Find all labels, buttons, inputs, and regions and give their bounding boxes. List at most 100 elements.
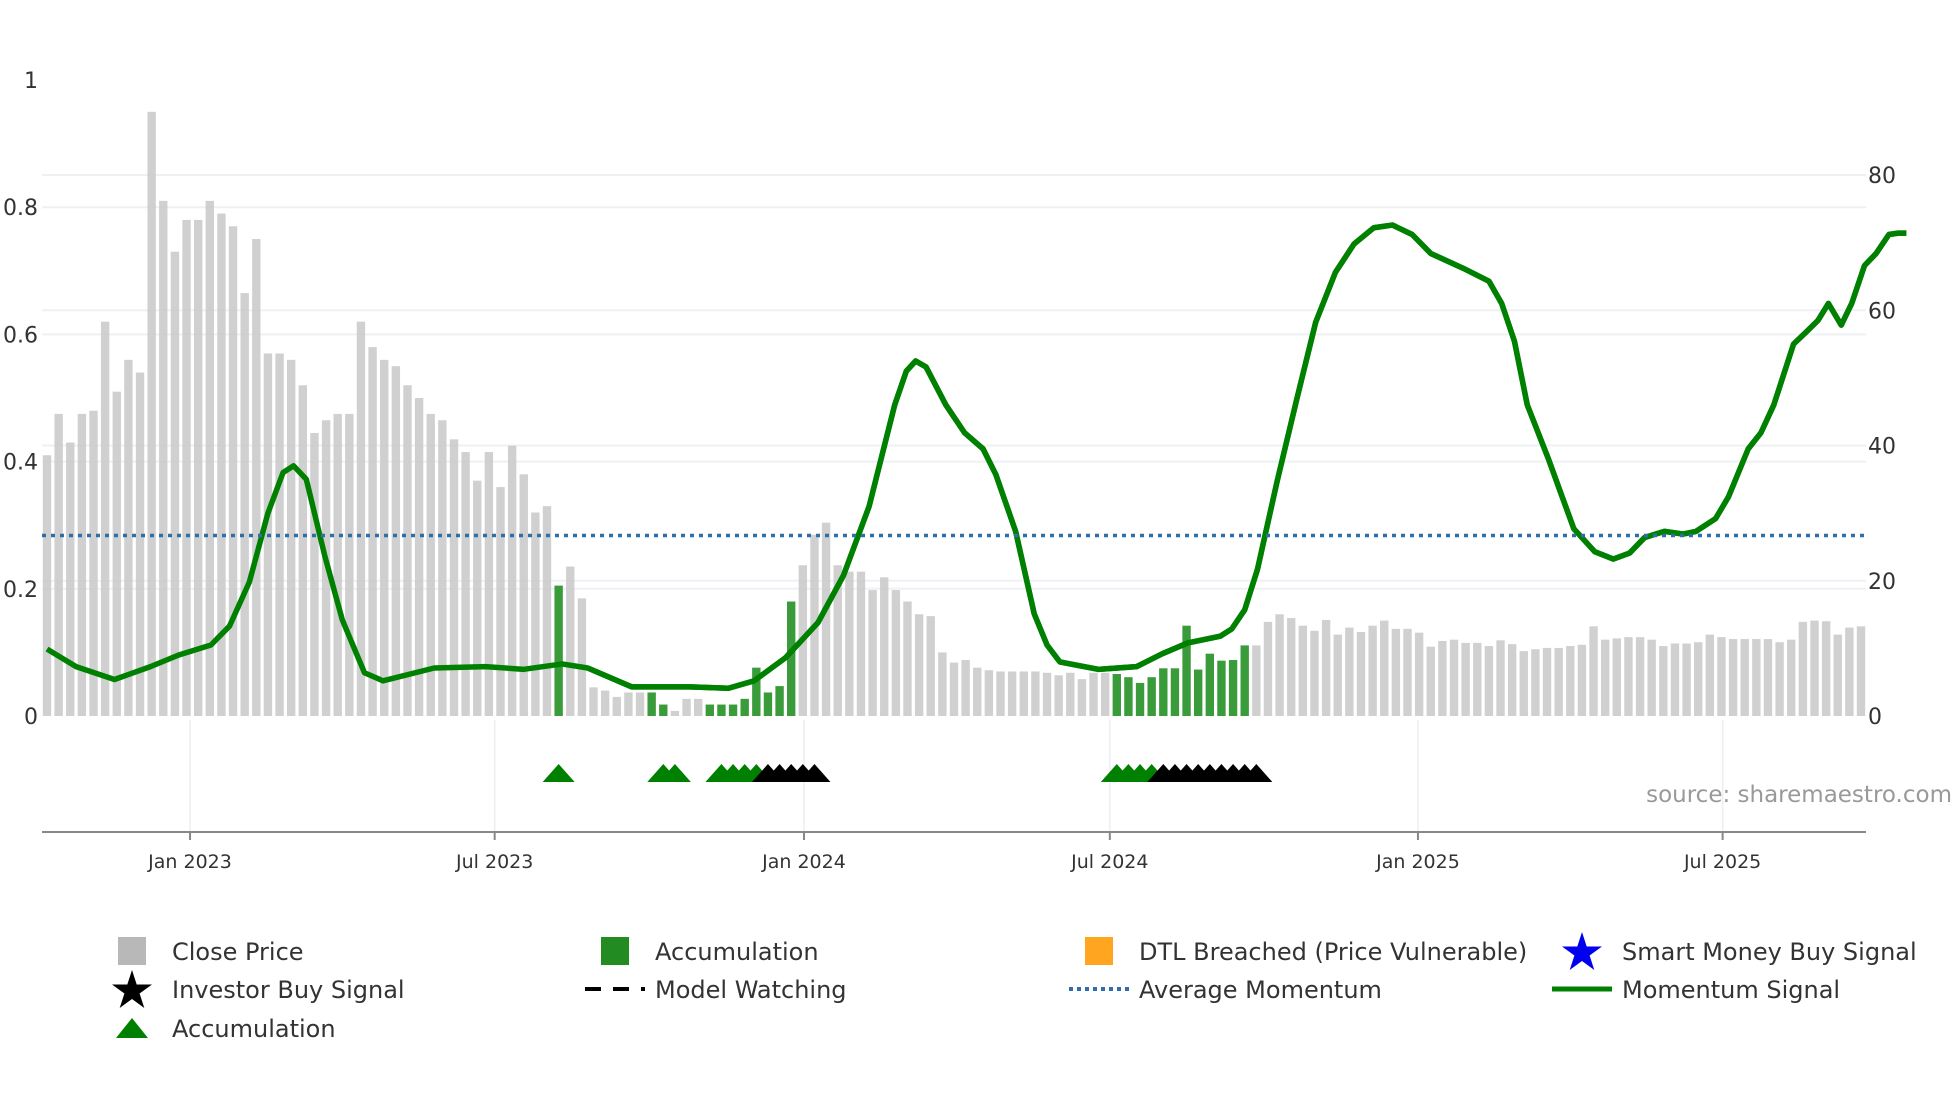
legend-item: Average Momentum <box>1069 976 1382 1004</box>
accumulation-bar <box>1159 668 1168 716</box>
close-price-bar <box>961 660 970 716</box>
left-tick-label: 0.6 <box>3 323 38 348</box>
legend-item: Model Watching <box>585 976 847 1004</box>
close-price-bar <box>310 432 319 716</box>
legend-item: Close Price <box>118 937 304 966</box>
close-price-bar <box>914 614 924 716</box>
close-price-bar <box>856 571 866 716</box>
close-price-bar <box>1031 671 1040 716</box>
accumulation-bar <box>740 698 749 716</box>
close-price-bar <box>1473 642 1482 716</box>
close-price-bar <box>66 442 75 716</box>
close-price-bar <box>1380 620 1389 716</box>
legend-label: Accumulation <box>655 938 819 966</box>
close-price-bar <box>891 590 901 716</box>
close-price-bar <box>449 439 459 716</box>
close-price-bar <box>147 111 156 717</box>
close-price-bar <box>1519 651 1528 716</box>
close-price-bar <box>1100 672 1110 716</box>
close-price-bar <box>1484 646 1494 716</box>
close-price-bar <box>287 359 296 716</box>
close-price-bar <box>135 372 145 716</box>
accumulation-bar <box>1217 660 1226 716</box>
close-price-bar <box>240 293 249 716</box>
momentum-chart: 0 0.2 0.4 0.6 0.8 1 0 20 40 60 80 Jan 2023 Jul 2023 J… <box>3 69 1952 1043</box>
close-price-bar <box>1821 621 1831 716</box>
close-price-bar <box>182 219 191 717</box>
close-price-bar <box>124 359 133 716</box>
close-price-bar <box>1007 671 1017 716</box>
close-price-bar <box>1845 627 1854 716</box>
x-tick-label: Jul 2024 <box>1070 851 1148 873</box>
close-price-bar <box>519 474 528 716</box>
close-price-bar <box>1542 647 1552 716</box>
close-price-bar <box>345 413 354 716</box>
close-price-bar <box>1787 639 1796 716</box>
momentum-signal-path <box>586 222 1907 692</box>
legend-label: Smart Money Buy Signal <box>1622 938 1917 966</box>
close-price-bar <box>1810 620 1819 716</box>
close-price-bar <box>1763 639 1773 716</box>
accumulation-bar <box>1135 682 1145 716</box>
accumulation-bar <box>1112 674 1121 716</box>
close-price-bar <box>612 696 621 716</box>
close-price-bar <box>1391 628 1401 716</box>
legend-label: Average Momentum <box>1139 976 1382 1004</box>
close-price-bar <box>1635 637 1645 716</box>
close-price-bar <box>1461 642 1470 716</box>
close-price-bar <box>682 698 691 716</box>
accumulation-bar <box>1182 625 1191 716</box>
close-price-bar <box>1275 614 1284 716</box>
close-price-bar <box>1414 632 1424 716</box>
triangle-icon <box>116 1018 148 1038</box>
close-price-bar <box>403 385 412 716</box>
legend-label: Momentum Signal <box>1622 976 1840 1004</box>
close-price-bar <box>1682 643 1691 716</box>
close-price-bar <box>205 200 214 717</box>
legend-label: Close Price <box>172 938 304 966</box>
close-price-bar <box>1577 644 1587 716</box>
close-price-bar <box>1531 649 1540 716</box>
right-tick-label: 80 <box>1868 164 1896 189</box>
close-price-bar <box>461 452 470 716</box>
right-tick-label: 20 <box>1868 570 1896 595</box>
close-price-bar <box>496 487 505 716</box>
momentum-signal-line-front <box>586 222 1907 692</box>
investor-buy-signal-star-icon <box>112 970 152 1008</box>
close-price-bar <box>1589 626 1598 716</box>
accumulation-marker <box>542 764 575 782</box>
close-price-bar <box>635 692 645 716</box>
close-price-bar <box>1449 639 1459 716</box>
close-price-bar <box>1310 630 1319 716</box>
close-price-bar <box>1694 642 1703 716</box>
close-price-bar <box>693 698 703 716</box>
left-tick-label: 0.4 <box>3 451 38 476</box>
right-tick-label: 0 <box>1868 705 1882 730</box>
close-price-bar <box>1368 625 1377 716</box>
close-price-bar <box>938 652 947 716</box>
close-price-bar <box>484 452 494 716</box>
legend: Close Price Accumulation DTL Breached (Pri… <box>112 932 1917 1043</box>
close-price-bar <box>542 506 552 716</box>
close-price-bar <box>821 522 831 716</box>
accumulation-bar <box>1194 669 1203 716</box>
left-tick-label: 0.2 <box>3 578 38 603</box>
close-price-bar <box>1612 638 1621 716</box>
close-price-bar <box>54 413 63 716</box>
source-label: source: sharemaestro.com <box>1646 782 1952 808</box>
accumulation-bar <box>1147 677 1156 716</box>
x-tick-label: Jul 2025 <box>1683 851 1761 873</box>
close-price-bar <box>1054 675 1063 716</box>
close-price-bar <box>868 590 877 716</box>
close-price-bar <box>1496 640 1505 716</box>
close-price-square-icon <box>118 937 146 965</box>
close-price-bar <box>1356 632 1366 716</box>
close-price-bar <box>996 671 1005 716</box>
close-price-bar <box>1066 672 1075 716</box>
close-price-bar <box>252 239 261 716</box>
close-price-bar <box>984 670 994 716</box>
close-price-bar <box>1019 671 1028 716</box>
accumulation-bar <box>717 704 726 716</box>
close-price-bar <box>1345 627 1354 716</box>
close-price-bar <box>1740 639 1749 716</box>
